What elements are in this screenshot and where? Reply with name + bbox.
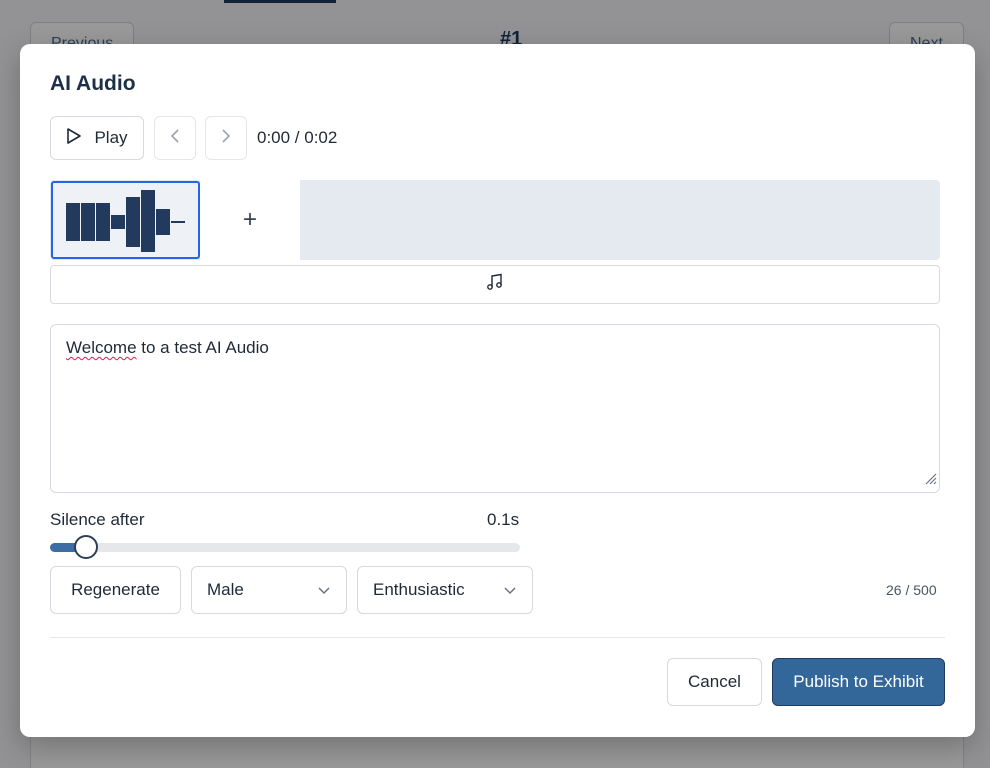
play-button[interactable]: Play	[50, 116, 144, 160]
script-text: to a test AI Audio	[136, 338, 269, 357]
ai-audio-modal: AI Audio Play 0:00 / 0:02 + Welcome to a…	[20, 44, 975, 737]
regenerate-button[interactable]: Regenerate	[50, 566, 181, 614]
publish-button[interactable]: Publish to Exhibit	[772, 658, 945, 706]
chevron-left-icon	[170, 128, 180, 149]
silence-slider[interactable]	[50, 535, 520, 559]
slider-thumb[interactable]	[73, 535, 98, 559]
chevron-down-icon	[504, 580, 516, 600]
music-note-icon	[486, 273, 504, 296]
play-label: Play	[94, 128, 128, 147]
tone-select[interactable]: Enthusiastic	[357, 566, 533, 614]
tone-value: Enthusiastic	[373, 580, 465, 599]
waveform-icon	[66, 190, 185, 252]
chevron-down-icon	[318, 580, 330, 600]
audio-track: +	[50, 180, 940, 260]
modal-title: AI Audio	[50, 72, 136, 95]
silence-value: 0.1s	[487, 510, 520, 529]
previous-clip-button[interactable]	[154, 116, 196, 160]
audio-clip-selected[interactable]	[51, 181, 200, 259]
playback-time: 0:00 / 0:02	[257, 128, 338, 147]
slider-rail	[50, 543, 520, 552]
next-clip-button[interactable]	[205, 116, 247, 160]
voice-value: Male	[207, 580, 244, 599]
misspelled-word: Welcome	[66, 338, 137, 357]
footer-divider	[50, 637, 945, 638]
silence-label: Silence after	[50, 510, 145, 529]
play-icon	[66, 127, 82, 150]
voice-select[interactable]: Male	[191, 566, 347, 614]
character-count: 26 / 500	[886, 582, 937, 598]
script-textarea[interactable]: Welcome to a test AI Audio	[50, 324, 940, 493]
plus-icon: +	[242, 206, 257, 233]
cancel-button[interactable]: Cancel	[667, 658, 762, 706]
add-clip-button[interactable]: +	[200, 180, 300, 260]
resize-handle-icon[interactable]	[923, 470, 937, 490]
chevron-right-icon	[221, 128, 231, 149]
background-music-button[interactable]	[50, 265, 940, 304]
